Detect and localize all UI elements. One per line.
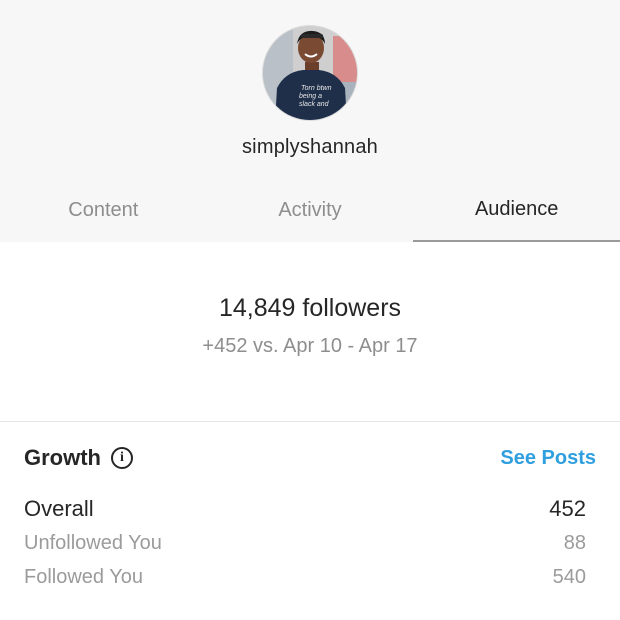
stat-unfollowed-label: Unfollowed You bbox=[24, 531, 162, 554]
followers-delta: +452 vs. Apr 10 - Apr 17 bbox=[202, 335, 418, 357]
growth-title-wrap: Growth i bbox=[24, 445, 133, 471]
insights-tabs: Content Activity Audience bbox=[0, 180, 620, 242]
followers-count: 14,849 followers bbox=[218, 294, 402, 322]
info-icon[interactable]: i bbox=[111, 447, 133, 469]
growth-title: Growth bbox=[24, 445, 101, 470]
see-posts-link[interactable]: See Posts bbox=[500, 447, 596, 470]
avatar-photo: Torn btwn being a slack and bbox=[263, 26, 357, 120]
followers-summary: 14,849 followers +452 vs. Apr 10 - Apr 1… bbox=[0, 290, 620, 360]
stat-followed-value: 540 bbox=[552, 565, 586, 588]
stat-row-overall: Overall 452 bbox=[24, 492, 586, 526]
growth-stats: Overall 452 Unfollowed You 88 Followed Y… bbox=[24, 492, 586, 594]
stat-followed-label: Followed You bbox=[24, 565, 143, 588]
stat-row-followed: Followed You 540 bbox=[24, 560, 586, 594]
growth-header: Growth i See Posts bbox=[24, 442, 596, 474]
profile-username: simplyshannah bbox=[241, 136, 378, 158]
svg-text:Torn btwn: Torn btwn bbox=[301, 85, 332, 92]
stat-overall-value: 452 bbox=[549, 496, 586, 521]
section-divider bbox=[0, 421, 620, 422]
profile-avatar[interactable]: Torn btwn being a slack and bbox=[262, 25, 358, 121]
tab-audience[interactable]: Audience bbox=[413, 180, 620, 242]
tab-activity[interactable]: Activity bbox=[207, 180, 414, 242]
stat-overall-label: Overall bbox=[24, 496, 94, 521]
stat-row-unfollowed: Unfollowed You 88 bbox=[24, 526, 586, 560]
stat-unfollowed-value: 88 bbox=[563, 531, 586, 554]
insights-screen: Torn btwn being a slack and simplyshanna… bbox=[0, 0, 620, 620]
tab-content[interactable]: Content bbox=[0, 180, 207, 242]
svg-text:being a: being a bbox=[299, 93, 322, 100]
svg-text:slack and: slack and bbox=[299, 101, 330, 108]
profile-header: Torn btwn being a slack and simplyshanna… bbox=[0, 0, 620, 242]
